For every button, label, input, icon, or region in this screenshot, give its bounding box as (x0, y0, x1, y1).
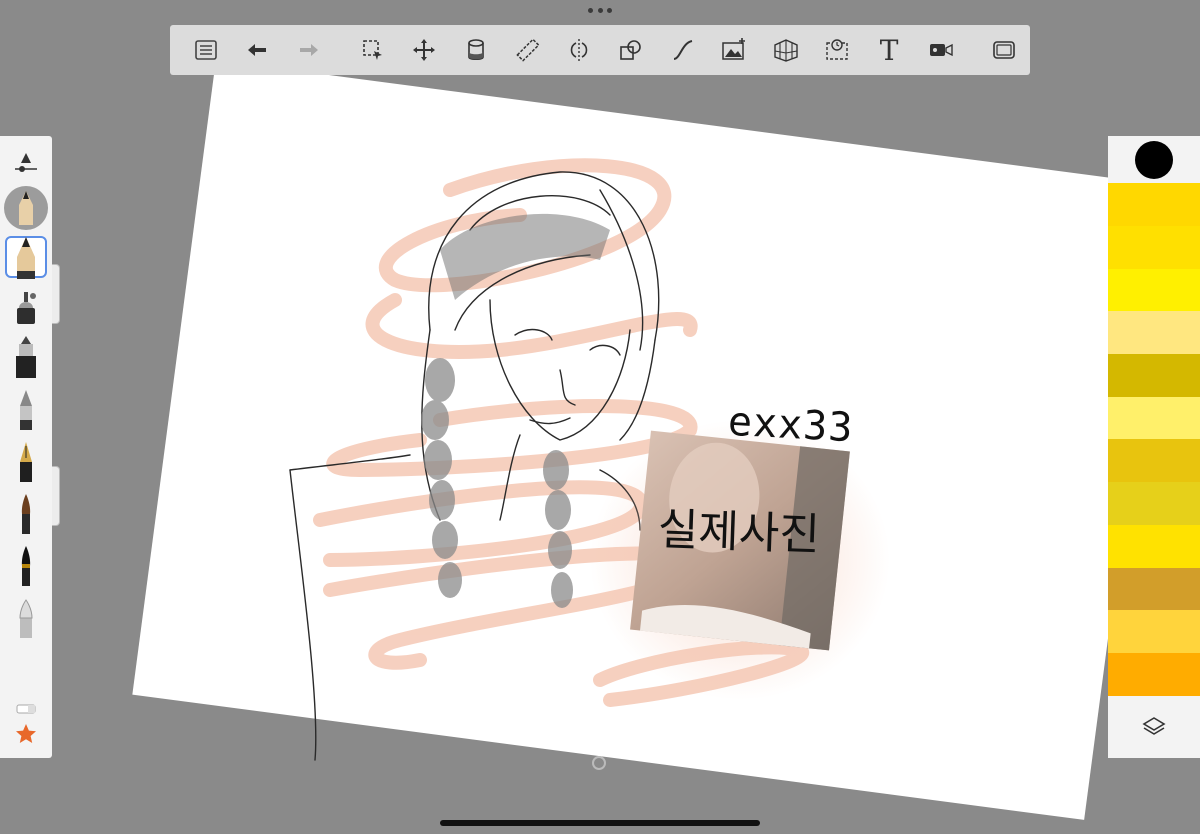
color-palette (1108, 136, 1200, 758)
tool-paintbrush[interactable] (4, 486, 48, 538)
shapes-button[interactable] (605, 30, 657, 70)
color-swatch[interactable] (1108, 524, 1200, 568)
transform-button[interactable] (398, 30, 450, 70)
fill-button[interactable] (450, 30, 502, 70)
fullscreen-icon (993, 41, 1016, 59)
current-color-swatch (1135, 140, 1173, 179)
tool-smudge[interactable] (4, 590, 48, 642)
curve-button[interactable] (657, 30, 709, 70)
color-swatch[interactable] (1108, 226, 1200, 269)
brush-palette (0, 136, 52, 758)
color-swatch[interactable] (1108, 183, 1200, 226)
handwriting-korean: 실제사진 (657, 504, 821, 561)
color-swatch[interactable] (1108, 482, 1200, 525)
current-color-button[interactable] (1108, 136, 1200, 183)
timelapse-button[interactable] (812, 30, 864, 70)
curve-icon (673, 40, 692, 60)
brush-settings-icon (15, 153, 37, 172)
select-button[interactable] (347, 30, 399, 70)
favorite-star-icon[interactable] (14, 722, 38, 746)
symmetry-icon (570, 39, 588, 61)
eraser-icon[interactable] (16, 704, 36, 714)
brush-settings-button[interactable] (4, 146, 48, 182)
symmetry-button[interactable] (553, 30, 605, 70)
color-swatch[interactable] (1108, 610, 1200, 653)
ruler-button[interactable] (502, 30, 554, 70)
text-icon: T (879, 33, 899, 67)
ink-brush-icon (21, 546, 31, 586)
video-icon (929, 43, 953, 57)
tool-fountain-pen[interactable] (4, 434, 48, 486)
handwriting-exx33: exx33 (726, 398, 855, 452)
color-swatch[interactable] (1108, 311, 1200, 355)
list-icon (195, 40, 217, 60)
brush-opacity-slider[interactable] (52, 466, 60, 526)
smudge-icon (19, 599, 33, 638)
timelapse-icon (826, 39, 849, 60)
undo-arrow-icon (248, 44, 267, 56)
ballpoint-pen-icon (20, 390, 32, 430)
layers-icon (1142, 716, 1166, 735)
pencil-icon (19, 191, 33, 225)
color-swatch[interactable] (1108, 652, 1200, 696)
shapes-icon (620, 40, 641, 60)
main-toolbar: T (170, 25, 1030, 75)
ruler-icon (515, 38, 540, 62)
add-image-icon (722, 38, 746, 60)
color-swatch[interactable] (1108, 396, 1200, 440)
redo-arrow-icon (300, 44, 319, 56)
undo-button[interactable] (232, 30, 284, 70)
color-swatch[interactable] (1108, 354, 1200, 397)
text-button[interactable]: T (863, 30, 915, 70)
tool-ink-brush[interactable] (4, 538, 48, 590)
brush-size-slider[interactable] (52, 264, 60, 324)
add-image-button[interactable] (708, 30, 760, 70)
marker-icon (16, 336, 36, 378)
tool-marker[interactable] (4, 330, 48, 382)
rotate-handle-icon[interactable] (590, 754, 608, 772)
fullscreen-button[interactable] (978, 30, 1030, 70)
current-brush-preview[interactable] (4, 186, 48, 230)
tool-pencil[interactable] (5, 236, 47, 279)
perspective-grid-icon (774, 39, 798, 62)
tool-airbrush[interactable] (4, 278, 48, 330)
toolbar-grip[interactable] (588, 8, 612, 16)
menu-button[interactable] (180, 30, 232, 70)
home-indicator[interactable] (440, 820, 760, 826)
color-swatch[interactable] (1108, 567, 1200, 611)
color-swatch[interactable] (1108, 439, 1200, 483)
move-icon (413, 39, 436, 61)
artwork (289, 158, 890, 761)
redo-button[interactable] (283, 30, 335, 70)
pencil-icon (17, 237, 35, 279)
perspective-button[interactable] (760, 30, 812, 70)
color-swatches (1108, 183, 1200, 696)
paintbrush-icon (21, 494, 31, 534)
color-swatch[interactable] (1108, 268, 1200, 312)
record-button[interactable] (915, 30, 967, 70)
selection-icon (362, 40, 382, 60)
fountain-pen-icon (20, 442, 32, 482)
tool-ballpoint[interactable] (4, 382, 48, 434)
fill-bucket-icon (468, 39, 484, 61)
airbrush-icon (17, 292, 36, 324)
layers-button[interactable] (1108, 696, 1200, 758)
